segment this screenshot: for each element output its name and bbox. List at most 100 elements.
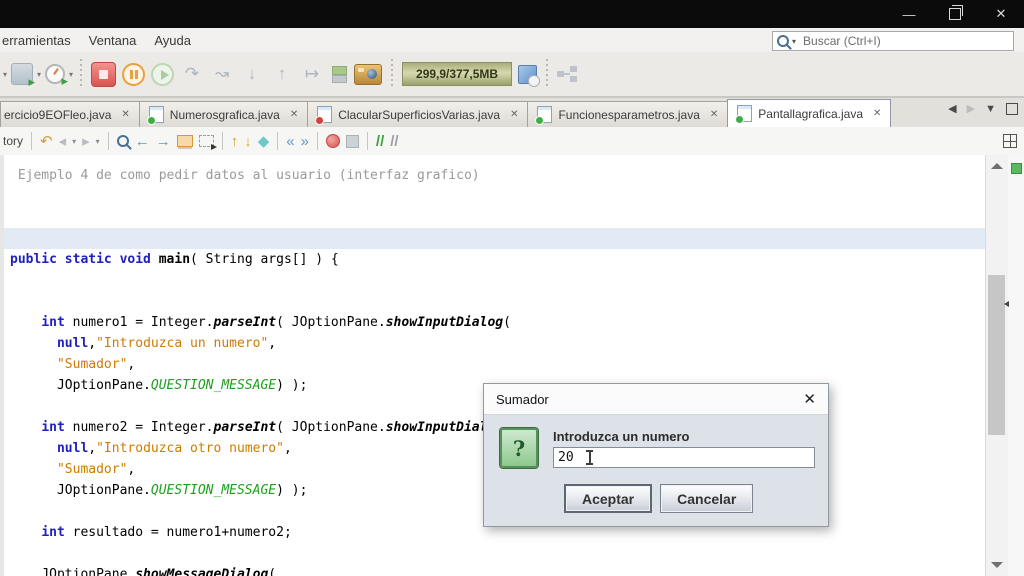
netbeans-window: — ✕ erramientas Ventana Ayuda ▾ ▾ ▾ ▾ ↷ ↝ ↓ ↑ ↦ 29… <box>0 0 1024 576</box>
finish-debugger-button[interactable] <box>91 62 116 87</box>
forward-dropdown-caret[interactable]: ▾ <box>96 137 100 146</box>
cancelar-button[interactable]: Cancelar <box>660 484 753 513</box>
search-input[interactable] <box>801 33 1009 49</box>
separator <box>389 59 395 89</box>
debug-dropdown-caret[interactable]: ▾ <box>37 70 41 79</box>
scroll-down-icon[interactable] <box>991 562 1003 568</box>
code-line: public static void main( String args[] )… <box>10 249 985 270</box>
dialog-title: Sumador <box>496 392 803 407</box>
tab-close-icon[interactable]: ✕ <box>873 108 881 119</box>
garbage-collect-icon[interactable] <box>518 65 537 84</box>
java-file-icon <box>537 106 552 123</box>
code-line <box>10 207 985 228</box>
uncomment-button[interactable]: // <box>390 133 398 150</box>
magnifier-glyph <box>117 135 129 147</box>
scroll-tabs-left-icon[interactable]: ◀ <box>948 102 956 115</box>
back-dropdown-caret[interactable]: ▾ <box>72 137 76 146</box>
separator <box>31 132 32 150</box>
tab-ercicio9EOFleo.java[interactable]: ercicio9EOFleo.java✕ <box>0 101 140 127</box>
menu-item-erramientas[interactable]: erramientas <box>2 33 71 48</box>
text-cursor-icon <box>586 450 594 465</box>
java-file-icon <box>737 105 752 122</box>
menu-item-ayuda[interactable]: Ayuda <box>154 33 191 48</box>
dialog-close-icon[interactable]: ✕ <box>803 390 816 408</box>
menu-item-ventana[interactable]: Ventana <box>89 33 137 48</box>
forward-button[interactable]: ▸ <box>82 132 90 150</box>
number-input-value: 20 <box>558 450 574 465</box>
tab-Numerosgrafica.java[interactable]: Numerosgrafica.java✕ <box>139 101 308 127</box>
profile-project-icon[interactable] <box>45 64 65 84</box>
split-window-icon[interactable] <box>1003 134 1017 148</box>
maximize-editor-icon[interactable] <box>1006 103 1018 115</box>
separator <box>78 59 84 89</box>
toggle-highlight-button[interactable] <box>177 135 193 147</box>
overflow-caret[interactable]: ▾ <box>3 70 7 79</box>
tab-close-icon[interactable]: ✕ <box>510 109 518 120</box>
dialog-titlebar[interactable]: Sumador ✕ <box>484 384 828 415</box>
aceptar-button[interactable]: Aceptar <box>564 484 652 513</box>
gui-snapshot-button[interactable] <box>354 64 382 85</box>
tab-close-icon[interactable]: ✕ <box>710 109 718 120</box>
separator <box>222 132 223 150</box>
search-scope-caret-icon[interactable]: ▾ <box>792 37 796 46</box>
memory-bar[interactable]: 299,9/377,5MB <box>402 62 512 86</box>
shift-right-button[interactable]: » <box>301 133 309 150</box>
separator <box>277 132 278 150</box>
tab-Funcionesparametros.java[interactable]: Funcionesparametros.java✕ <box>527 101 728 127</box>
code-line <box>10 291 985 312</box>
main-toolbar: ▾ ▾ ▾ ↷ ↝ ↓ ↑ ↦ 299,9/377,5MB <box>0 52 1024 98</box>
tab-close-icon[interactable]: ✕ <box>290 109 298 120</box>
tab-Pantallagrafica.java[interactable]: Pantallagrafica.java ✕ <box>727 99 891 127</box>
caret-position-mark[interactable] <box>1004 301 1009 307</box>
code-line: int numero1 = Integer.parseInt( JOptionP… <box>10 312 985 333</box>
document-tab-row: ercicio9EOFleo.java✕Numerosgrafica.java✕… <box>0 98 1024 128</box>
next-bookmark-button[interactable]: ↓ <box>244 133 252 150</box>
step-over-button[interactable]: ↷ <box>180 64 204 84</box>
previous-bookmark-button[interactable]: ↑ <box>231 133 239 150</box>
toggle-bookmark-button[interactable]: ◆ <box>258 132 270 150</box>
restore-icon[interactable] <box>932 0 978 28</box>
step-out-button[interactable]: ↑ <box>270 64 294 84</box>
search-icon <box>777 35 789 47</box>
shift-left-button[interactable]: « <box>286 133 294 150</box>
quick-search-box[interactable]: ▾ <box>772 31 1014 51</box>
tab-list-caret-icon[interactable]: ▼ <box>985 103 996 115</box>
rectangular-selection-button[interactable] <box>199 135 214 147</box>
scroll-tabs-right-icon[interactable]: ▶ <box>967 102 975 115</box>
code-line <box>10 186 985 207</box>
step-into-button[interactable]: ↓ <box>240 64 264 84</box>
previous-occurrence-button[interactable]: ← <box>135 133 150 150</box>
back-button[interactable]: ◂ <box>59 132 67 150</box>
find-selection-button[interactable] <box>117 135 129 147</box>
profile-dropdown-caret[interactable]: ▾ <box>69 70 73 79</box>
close-icon[interactable]: ✕ <box>978 0 1024 28</box>
apply-code-changes-button[interactable] <box>330 65 348 83</box>
scroll-up-icon[interactable] <box>991 163 1003 169</box>
editor-scrollbar[interactable] <box>985 155 1008 576</box>
tab-ClacularSuperficiosVarias.java[interactable]: ClacularSuperficiosVarias.java✕ <box>307 101 528 127</box>
debug-project-icon[interactable] <box>11 63 33 85</box>
no-errors-badge[interactable] <box>1011 163 1022 174</box>
menu-bar: erramientas Ventana Ayuda ▾ <box>0 28 1024 53</box>
run-to-cursor-button[interactable]: ↦ <box>300 64 324 84</box>
start-macro-recording-button[interactable] <box>326 134 340 148</box>
pause-button[interactable] <box>122 63 145 86</box>
tab-label: Pantallagrafica.java <box>758 107 863 121</box>
next-occurrence-button[interactable]: → <box>156 133 171 150</box>
stop-macro-recording-button[interactable] <box>346 135 359 148</box>
comment-button[interactable]: // <box>376 133 384 150</box>
scrollbar-thumb[interactable] <box>988 275 1005 435</box>
code-line <box>10 270 985 291</box>
separator <box>367 132 368 150</box>
dialog-prompt-label: Introduzca un numero <box>553 429 690 444</box>
continue-button[interactable] <box>151 63 174 86</box>
number-input[interactable]: 20 <box>553 447 815 468</box>
minimize-icon[interactable]: — <box>886 0 932 28</box>
code-line: null,"Introduzca un numero", <box>10 333 985 354</box>
tab-close-icon[interactable]: ✕ <box>121 109 129 120</box>
code-line: Ejemplo 4 de como pedir datos al usuario… <box>10 165 985 186</box>
step-over-expression-button[interactable]: ↝ <box>210 64 234 84</box>
separator <box>108 132 109 150</box>
debugger-view-icon[interactable] <box>557 66 579 82</box>
last-edit-button[interactable]: ↶ <box>40 132 53 150</box>
